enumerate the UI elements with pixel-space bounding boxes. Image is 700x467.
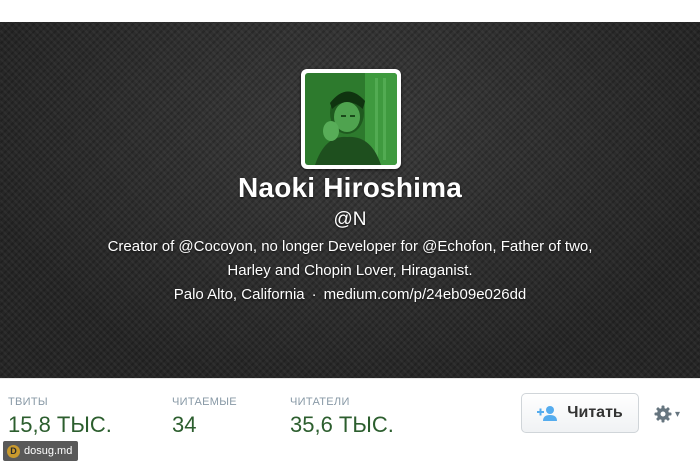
stat-following[interactable]: ЧИТАЕМЫЕ 34: [172, 396, 237, 438]
stat-value: 15,8 ТЫС.: [8, 412, 112, 437]
stat-tweets[interactable]: ТВИТЫ 15,8 ТЫС.: [8, 396, 112, 438]
add-user-icon: [537, 406, 558, 421]
stat-followers[interactable]: ЧИТАТЕЛИ 35,6 ТЫС.: [290, 396, 394, 438]
stat-label: ЧИТАТЕЛИ: [290, 396, 350, 408]
stat-value: 34: [172, 412, 197, 437]
profile-url-link[interactable]: medium.com/p/24eb09e026dd: [324, 286, 527, 303]
profile-header: Naoki Hiroshima @N Creator of @Cocoyon, …: [0, 22, 700, 378]
bio-line: Harley and Chopin Lover, Hiraganist.: [227, 262, 473, 279]
profile-handle[interactable]: @N: [0, 209, 700, 231]
avatar-image: [305, 73, 397, 165]
watermark-logo-icon: D: [7, 444, 20, 458]
meta-separator: ·: [311, 286, 317, 303]
site-watermark: D dosug.md: [3, 441, 79, 461]
watermark-text: dosug.md: [24, 445, 73, 457]
follow-button[interactable]: Читать: [521, 393, 639, 433]
profile-location: Palo Alto, California: [173, 286, 305, 303]
stat-label: ЧИТАЕМЫЕ: [172, 396, 237, 408]
follow-button-label: Читать: [567, 404, 623, 421]
chevron-down-icon: ▾: [675, 408, 681, 420]
profile-avatar[interactable]: [301, 69, 401, 169]
settings-dropdown-button[interactable]: ▾: [654, 403, 692, 425]
stat-value: 35,6 ТЫС.: [290, 412, 394, 437]
bio-line: Creator of @Cocoyon, no longer Developer…: [107, 238, 593, 255]
profile-stats-bar: ТВИТЫ 15,8 ТЫС. ЧИТАЕМЫЕ 34 ЧИТАТЕЛИ 35,…: [0, 378, 700, 467]
profile-meta: Palo Alto, California · medium.com/p/24eb0…: [0, 286, 700, 303]
stat-label: ТВИТЫ: [8, 396, 48, 408]
profile-name: Naoki Hiroshima: [238, 172, 462, 203]
profile-bio: Creator of @Cocoyon, no longer Developer…: [60, 235, 640, 283]
gear-icon: [654, 405, 672, 423]
